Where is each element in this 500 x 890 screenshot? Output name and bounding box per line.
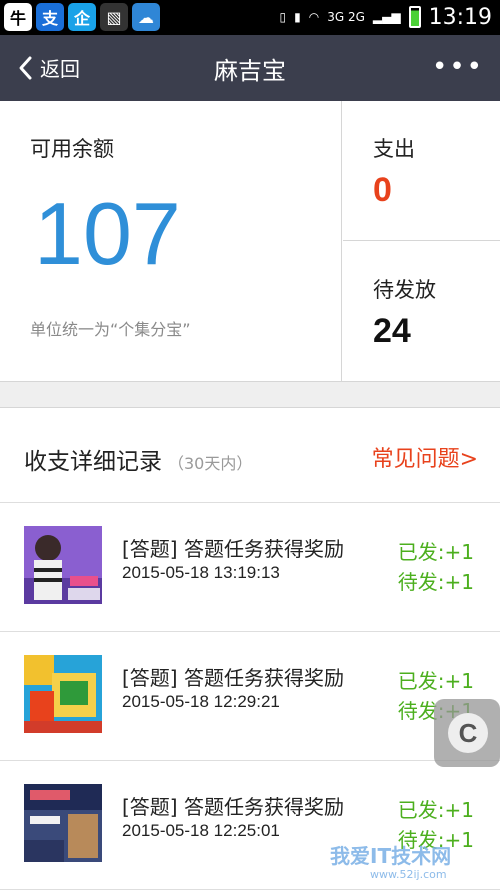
record-thumbnail <box>24 526 102 604</box>
wifi-icon: ◠ <box>308 10 320 24</box>
unit-note: 单位统一为“个集分宝” <box>30 320 191 339</box>
watermark-text: 我爱IT技术网 <box>330 844 452 868</box>
pending-value: 24 <box>373 312 411 350</box>
records-period: （30天内） <box>168 454 253 473</box>
records-header: 收支详细记录 （30天内） 常见问题> <box>0 409 500 503</box>
notification-icons: 牛支企 ▧ ☁ <box>4 3 160 31</box>
vibrate-icon: ▯ <box>279 10 287 24</box>
alipay-app-icon: 支 <box>36 3 64 31</box>
records-title-text: 收支详细记录 <box>24 449 162 475</box>
section-divider <box>0 382 500 408</box>
system-indicators: ▯ ▮ ◠ 3G 2G ▂▄▆ 13:19 <box>280 3 492 31</box>
issued-amount: 已发:+1 <box>397 669 474 693</box>
spend-label: 支出 <box>373 137 415 161</box>
title-bar: 返回 麻吉宝 ••• <box>0 35 500 101</box>
network-label: 3G 2G <box>327 10 365 24</box>
faq-link[interactable]: 常见问题> <box>372 441 478 473</box>
records-title: 收支详细记录 （30天内） <box>24 442 252 476</box>
record-thumbnail <box>24 784 102 862</box>
watermark-url: www.52ij.com <box>370 868 447 881</box>
list-item[interactable]: [答题] 答题任务获得奖励 2015-05-18 13:19:13 已发:+1 … <box>0 503 500 632</box>
record-title: [答题] 答题任务获得奖励 <box>122 537 344 561</box>
record-thumbnail <box>24 655 102 733</box>
issued-amount: 已发:+1 <box>397 540 474 564</box>
available-balance-panel: 可用余额 107 单位统一为“个集分宝” <box>0 101 342 382</box>
record-status: 已发:+1 待发:+1 <box>398 537 474 597</box>
status-bar: 牛支企 ▧ ☁ ▯ ▮ ◠ 3G 2G ▂▄▆ 13:19 <box>0 0 500 35</box>
assistant-icon: C <box>448 713 488 753</box>
balance-summary: 可用余额 107 单位统一为“个集分宝” 支出 0 待发放 24 <box>0 101 500 382</box>
balance-value: 107 <box>34 184 181 283</box>
record-title: [答题] 答题任务获得奖励 <box>122 666 344 690</box>
qq-app-icon: 企 <box>68 3 96 31</box>
signal-icon: ▂▄▆ <box>372 10 401 24</box>
phone-icon: ▮ <box>294 10 301 24</box>
record-time: 2015-05-18 12:25:01 <box>122 821 280 840</box>
gallery-app-icon: ▧ <box>100 3 128 31</box>
page-title: 麻吉宝 <box>214 57 286 85</box>
pending-amount: 待发:+1 <box>397 570 474 594</box>
issued-amount: 已发:+1 <box>397 798 474 822</box>
spend-value: 0 <box>373 171 392 209</box>
niu-app-icon: 牛 <box>4 3 32 31</box>
record-time: 2015-05-18 12:29:21 <box>122 692 280 711</box>
weather-app-icon: ☁ <box>132 3 160 31</box>
pending-label: 待发放 <box>373 278 436 302</box>
floating-assistant-button[interactable]: C <box>434 699 500 767</box>
site-watermark: 我爱IT技术网 www.52ij.com <box>330 840 490 885</box>
battery-icon <box>408 6 421 28</box>
record-time: 2015-05-18 13:19:13 <box>122 563 280 582</box>
spend-panel: 支出 0 <box>343 101 500 241</box>
list-item[interactable]: [答题] 答题任务获得奖励 2015-05-18 12:29:21 已发:+1 … <box>0 632 500 761</box>
balance-label: 可用余额 <box>30 137 114 161</box>
more-menu-button[interactable]: ••• <box>432 54 484 80</box>
clock: 13:19 <box>428 4 492 30</box>
pending-panel: 待发放 24 <box>343 242 500 382</box>
records-list: [答题] 答题任务获得奖励 2015-05-18 13:19:13 已发:+1 … <box>0 503 500 890</box>
record-title: [答题] 答题任务获得奖励 <box>122 795 344 819</box>
